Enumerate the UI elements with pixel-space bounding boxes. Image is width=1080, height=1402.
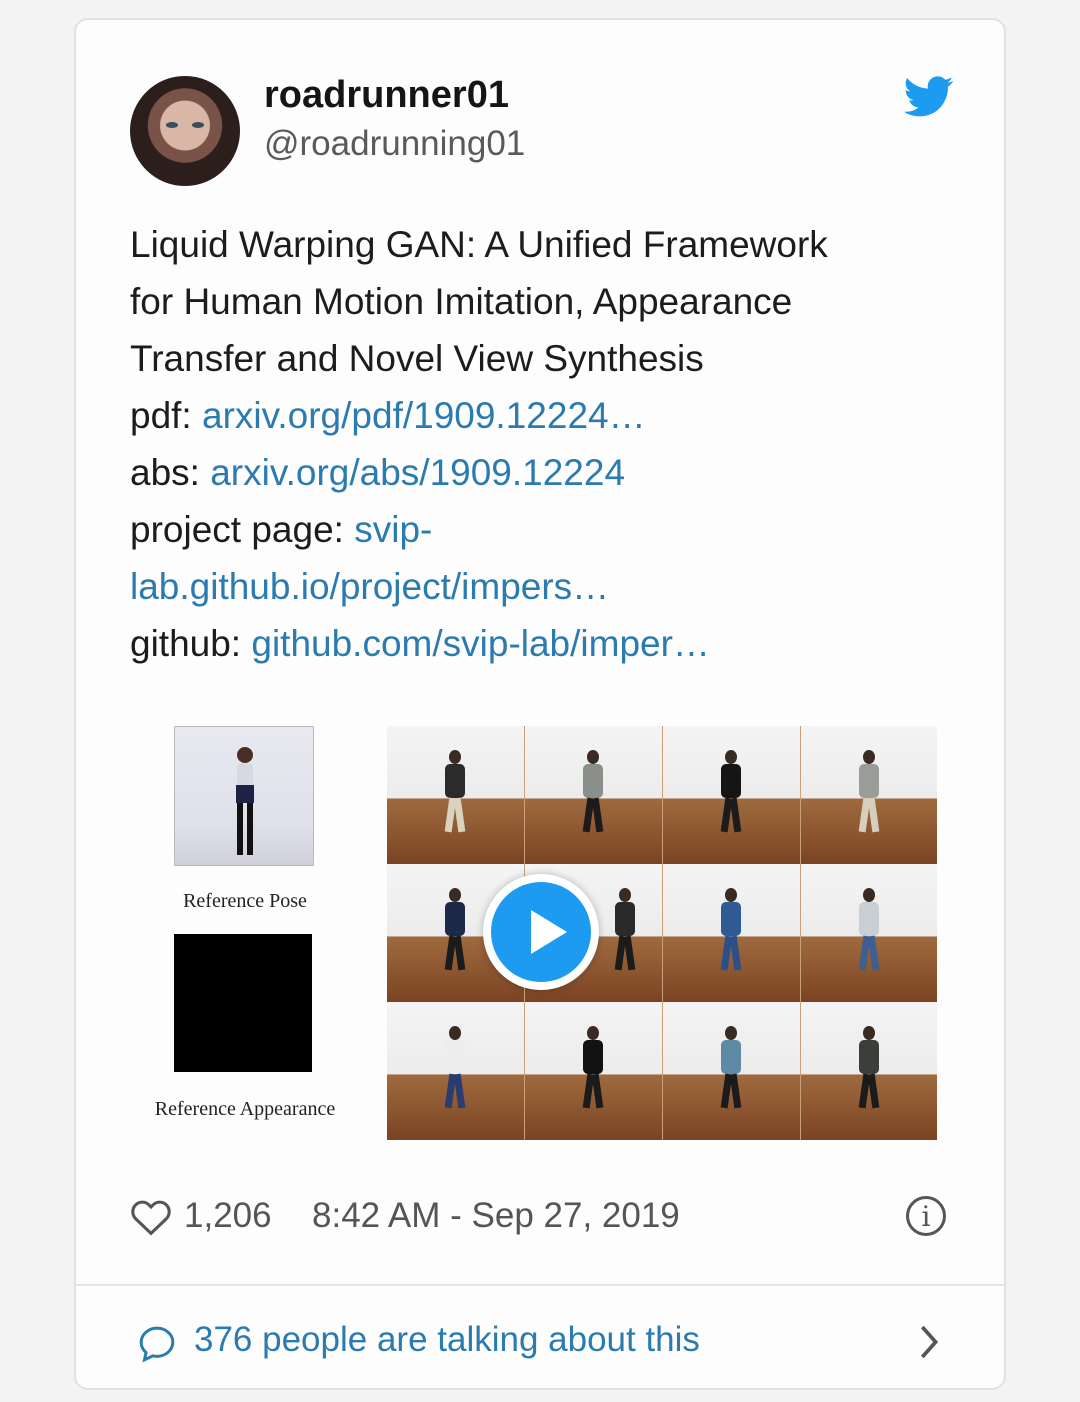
media-reference-panel: Reference Pose Reference Appearance [146,720,376,1150]
video-frame [663,1002,800,1140]
reference-appearance-label: Reference Appearance [154,1098,336,1120]
avatar[interactable] [130,76,240,186]
twitter-bird-icon[interactable] [904,76,954,118]
video-frame [525,1002,662,1140]
video-frame [387,1002,524,1140]
avatar-eye [192,122,204,128]
project-line: project page: svip- [130,501,950,558]
pdf-line: pdf: arxiv.org/pdf/1909.12224… [130,387,950,444]
video-frame [801,864,937,1002]
avatar-eye [166,122,178,128]
tweet-timestamp[interactable]: 8:42 AM - Sep 27, 2019 [312,1196,680,1236]
play-button[interactable] [483,874,599,990]
play-icon [491,882,591,982]
tweet-text: Liquid Warping GAN: A Unified Framework … [130,216,950,672]
video-frame [663,864,800,1002]
video-frame [663,726,800,864]
reference-appearance-image [174,934,312,1072]
info-icon[interactable]: i [906,1196,946,1236]
abs-link[interactable]: arxiv.org/abs/1909.12224 [210,452,625,493]
pdf-label: pdf: [130,395,202,436]
video-thumbnail[interactable] [387,726,937,1140]
conversation-link[interactable]: 376 people are talking about this [136,1318,956,1368]
abs-label: abs: [130,452,211,493]
author-name[interactable]: roadrunner01 [264,74,509,117]
github-link[interactable]: github.com/svip-lab/imper… [251,623,710,664]
video-frame [801,1002,937,1140]
chevron-right-icon [920,1325,939,1359]
pdf-link[interactable]: arxiv.org/pdf/1909.12224… [202,395,646,436]
project-link[interactable]: svip- [354,509,432,550]
like-count[interactable]: 1,206 [184,1196,272,1236]
tweet-text-line: Liquid Warping GAN: A Unified Framework [130,224,828,265]
video-frame [525,726,662,864]
comment-bubble-icon [139,1326,175,1363]
reference-pose-image [174,726,314,866]
dancer-figure [236,747,254,855]
tweet-text-line: for Human Motion Imitation, Appearance [130,281,793,322]
video-frame [801,726,937,864]
project-label: project page: [130,509,355,550]
project-link-continued[interactable]: lab.github.io/project/impers… [130,558,950,615]
video-frame [387,726,524,864]
abs-line: abs: arxiv.org/abs/1909.12224 [130,444,950,501]
divider [76,1284,1004,1286]
tweet-card: roadrunner01 @roadrunning01 Liquid Warpi… [74,18,1006,1390]
github-label: github: [130,623,252,664]
heart-icon[interactable] [130,1198,172,1236]
tweet-text-line: Transfer and Novel View Synthesis [130,338,704,379]
tweet-footer: 1,206 8:42 AM - Sep 27, 2019 i [130,1192,960,1248]
conversation-text: 376 people are talking about this [194,1320,700,1359]
github-line: github: github.com/svip-lab/imper… [130,615,950,672]
author-handle[interactable]: @roadrunning01 [264,124,525,164]
reference-pose-label: Reference Pose [183,890,307,912]
